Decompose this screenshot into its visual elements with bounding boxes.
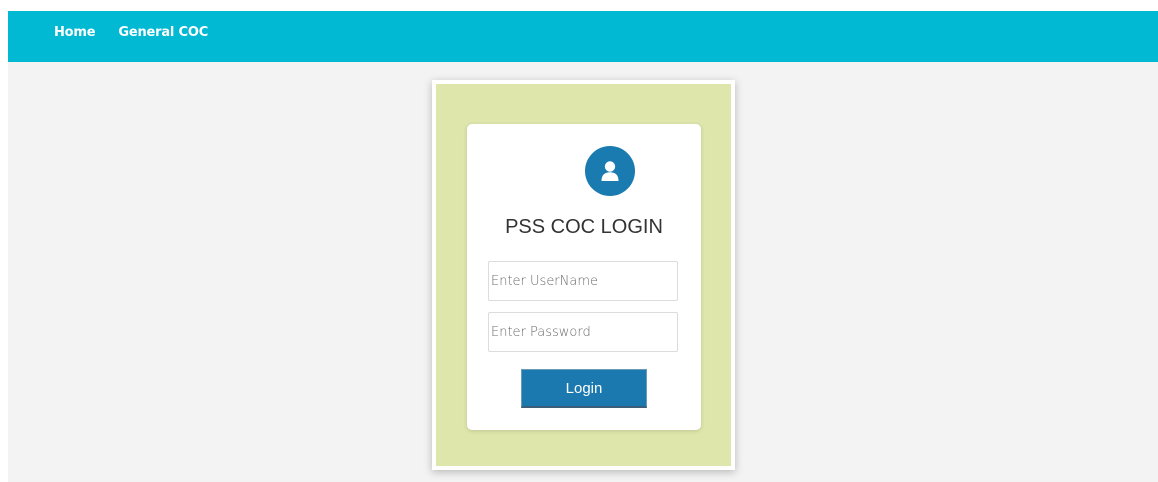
login-button[interactable]: Login <box>521 369 647 408</box>
login-card: PSS COC LOGIN Login <box>467 124 701 430</box>
password-input[interactable] <box>488 312 678 352</box>
username-input[interactable] <box>488 261 678 301</box>
user-avatar <box>585 146 635 196</box>
user-icon <box>601 161 619 181</box>
login-frame: PSS COC LOGIN Login <box>432 80 735 470</box>
top-navbar: Home General COC <box>8 11 1158 62</box>
main-content: PSS COC LOGIN Login <box>8 62 1158 482</box>
nav-general-coc-link[interactable]: General COC <box>118 25 208 40</box>
page: Home General COC PSS COC LOGIN Login <box>0 0 1158 482</box>
nav-home-link[interactable]: Home <box>54 25 96 40</box>
login-title: PSS COC LOGIN <box>505 216 663 238</box>
